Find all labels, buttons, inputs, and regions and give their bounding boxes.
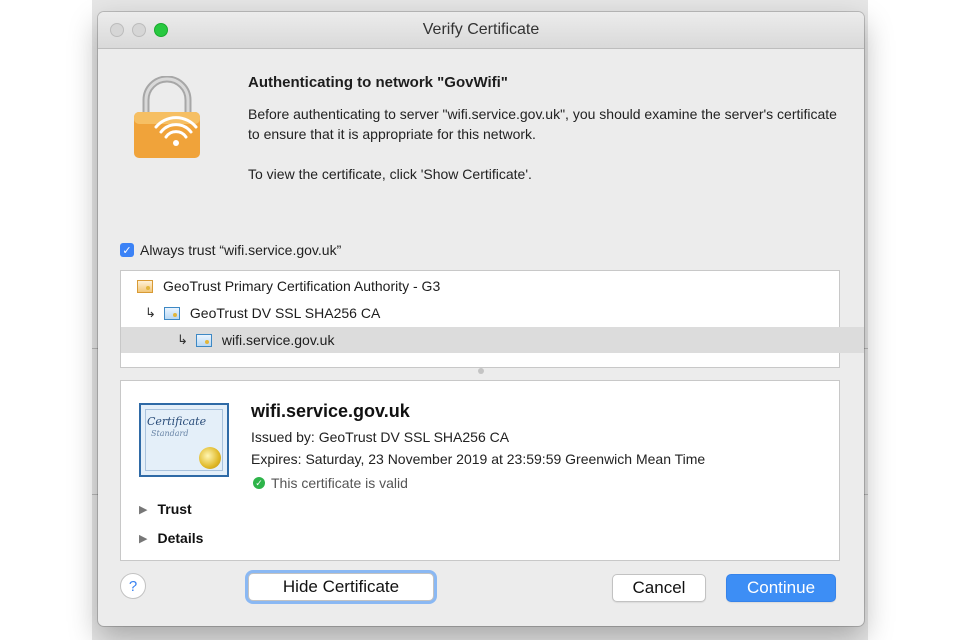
details-disclosure[interactable]: ▶ Details: [139, 530, 203, 546]
certificate-large-icon: Certificate Standard: [139, 403, 229, 477]
chain-item-leaf[interactable]: ↳ wifi.service.gov.uk: [121, 327, 864, 353]
certificate-detail-pane: Certificate Standard wifi.service.gov.uk…: [120, 380, 840, 561]
child-arrow-icon: ↳: [177, 332, 188, 347]
certificate-icon-text: Certificate: [147, 415, 207, 428]
chain-item-intermediate[interactable]: ↳ GeoTrust DV SSL SHA256 CA: [121, 300, 863, 326]
continue-button[interactable]: Continue: [726, 574, 836, 602]
dialog-instruction: To view the certificate, click 'Show Cer…: [248, 166, 532, 182]
wifi-lock-icon: [134, 76, 200, 158]
chain-item-label: wifi.service.gov.uk: [221, 332, 335, 348]
dialog-heading: Authenticating to network "GovWifi": [248, 74, 508, 91]
valid-check-icon: ✓: [253, 477, 265, 489]
help-button[interactable]: ?: [120, 573, 146, 599]
issued-by: Issued by: GeoTrust DV SSL SHA256 CA: [251, 429, 510, 445]
certificate-icon: [195, 333, 212, 347]
trust-disclosure[interactable]: ▶ Trust: [139, 501, 192, 517]
chain-item-label: GeoTrust Primary Certification Authority…: [163, 278, 441, 294]
certificate-icon-subtext: Standard: [151, 429, 189, 438]
chain-item-label: GeoTrust DV SSL SHA256 CA: [189, 305, 381, 321]
trust-label[interactable]: Trust: [157, 501, 191, 517]
chain-item-root[interactable]: GeoTrust Primary Certification Authority…: [121, 273, 855, 299]
validity-text: This certificate is valid: [271, 475, 408, 491]
child-arrow-icon: ↳: [145, 305, 156, 320]
seal-icon: [199, 447, 221, 469]
cancel-button[interactable]: Cancel: [612, 574, 706, 602]
always-trust-checkbox[interactable]: ✓: [120, 243, 134, 257]
always-trust-row[interactable]: ✓ Always trust “wifi.service.gov.uk”: [120, 242, 341, 258]
hide-certificate-button[interactable]: Hide Certificate: [248, 573, 434, 601]
root-certificate-icon: [137, 279, 153, 293]
details-label[interactable]: Details: [157, 530, 203, 546]
verify-certificate-dialog: Verify Certificate Authenticating to net…: [98, 12, 864, 626]
disclosure-triangle-icon[interactable]: ▶: [139, 503, 147, 516]
disclosure-triangle-icon[interactable]: ▶: [139, 532, 147, 545]
window-title: Verify Certificate: [422, 21, 540, 38]
dialog-message: Before authenticating to server "wifi.se…: [248, 106, 837, 142]
title-bar[interactable]: Verify Certificate: [98, 12, 864, 49]
always-trust-label[interactable]: Always trust “wifi.service.gov.uk”: [140, 242, 341, 258]
certificate-chain-list: GeoTrust Primary Certification Authority…: [120, 270, 864, 368]
split-view-handle[interactable]: [478, 368, 484, 374]
expires: Expires: Saturday, 23 November 2019 at 2…: [251, 451, 706, 467]
certificate-name: wifi.service.gov.uk: [251, 401, 410, 421]
certificate-icon: [163, 306, 180, 320]
validity-status: ✓ This certificate is valid: [253, 475, 408, 491]
